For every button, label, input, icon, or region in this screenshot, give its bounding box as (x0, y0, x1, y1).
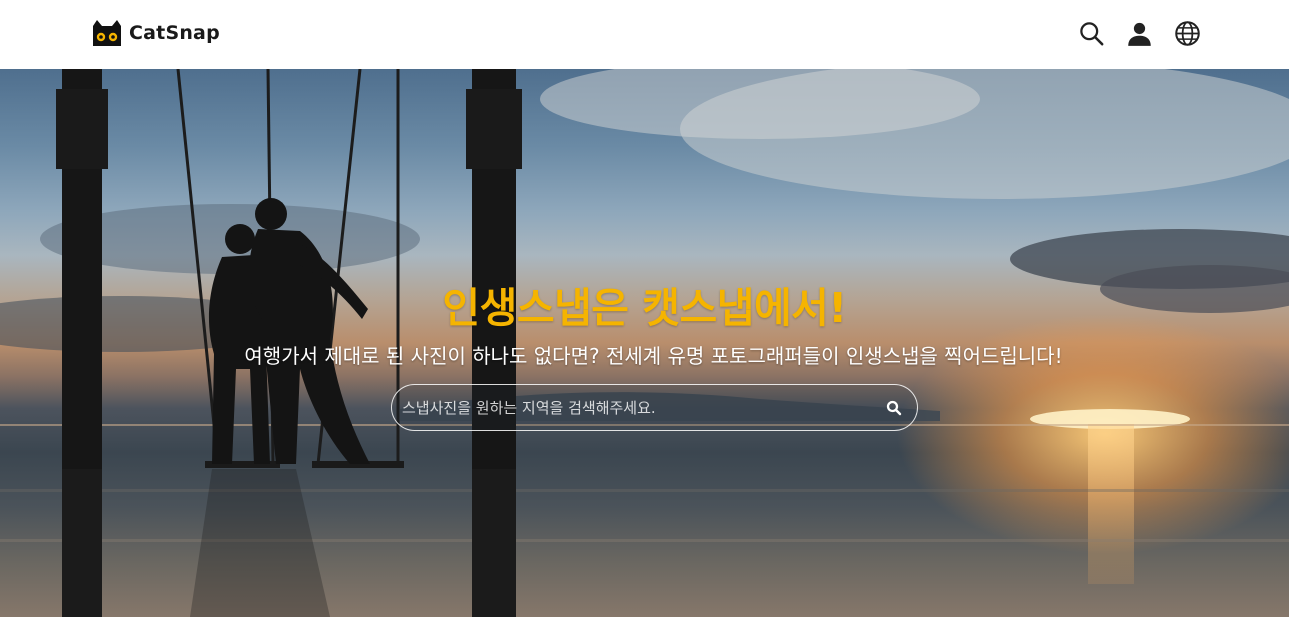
search-icon (886, 400, 902, 416)
search-submit-button[interactable] (885, 399, 903, 417)
cat-logo-icon (93, 20, 121, 46)
user-icon[interactable] (1126, 20, 1153, 47)
site-header: CatSnap (0, 0, 1289, 69)
hero-title: 인생스냅은 캣스냅에서! (442, 284, 847, 332)
location-search-bar (391, 384, 918, 431)
globe-icon[interactable] (1174, 20, 1201, 47)
header-actions (1078, 19, 1201, 47)
location-search-input[interactable] (402, 385, 862, 430)
brand-logo[interactable]: CatSnap (91, 18, 220, 48)
search-icon[interactable] (1078, 20, 1105, 47)
hero-banner: 인생스냅은 캣스냅에서! 여행가서 제대로 된 사진이 하나도 없다면? 전세계… (0, 69, 1289, 617)
brand-name: CatSnap (129, 22, 220, 44)
hero-subtitle: 여행가서 제대로 된 사진이 하나도 없다면? 전세계 유명 포토그래퍼들이 인… (244, 344, 1063, 368)
